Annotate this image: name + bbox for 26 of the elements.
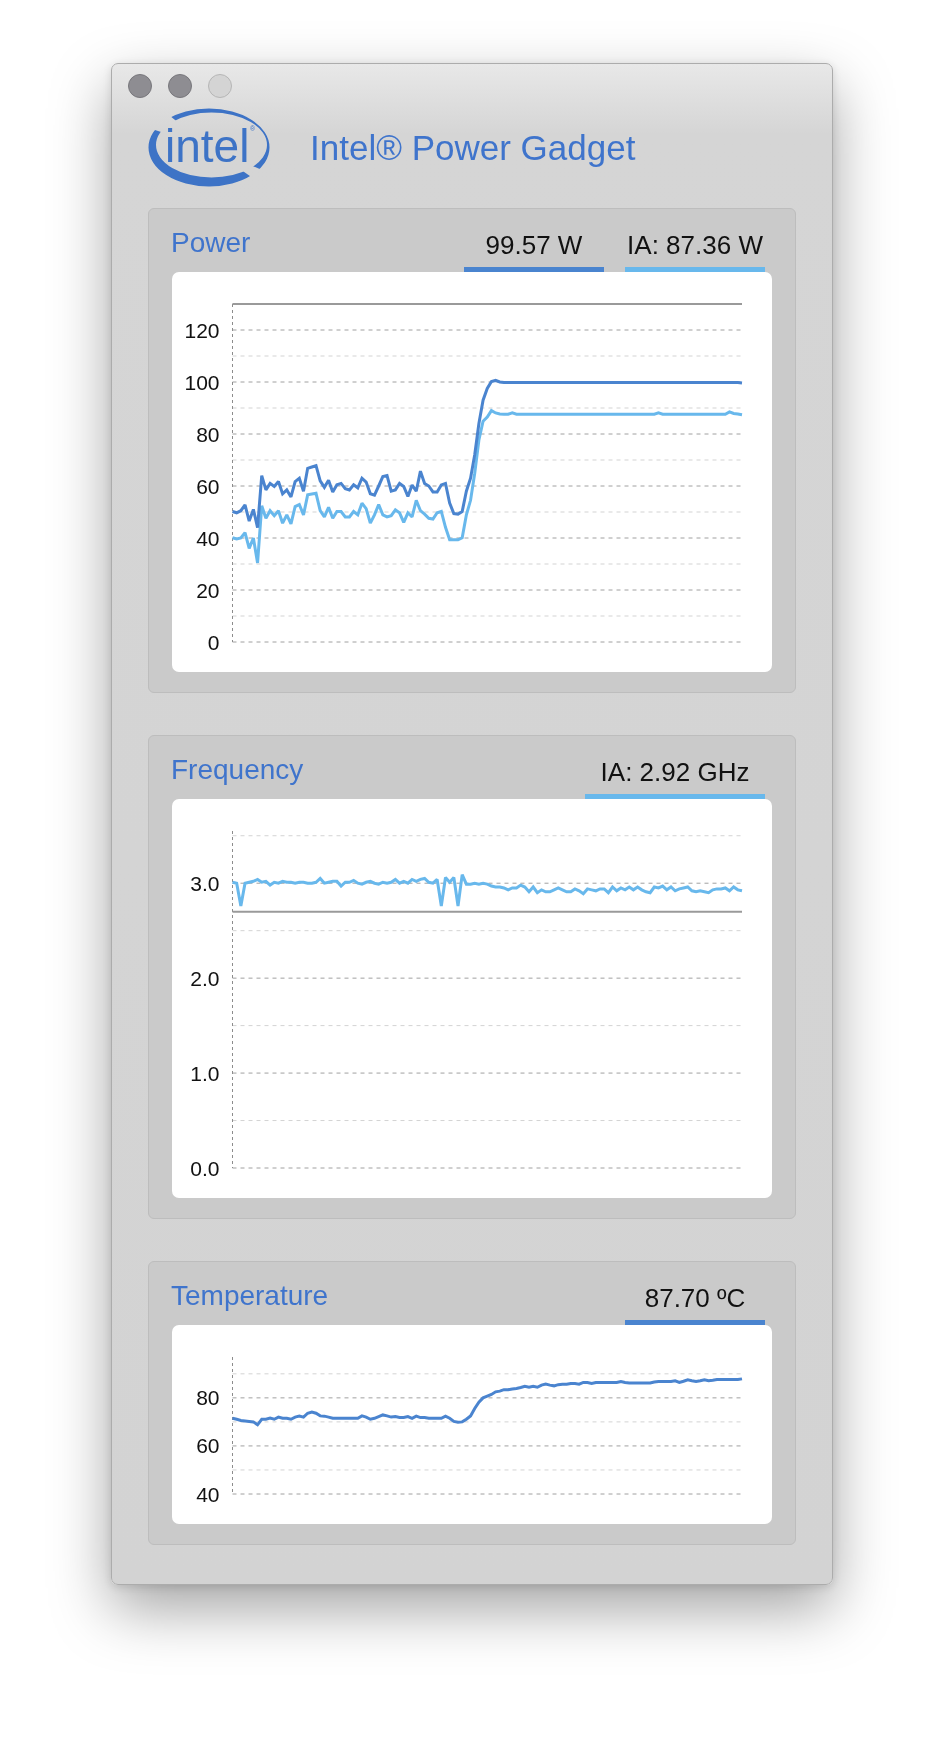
y-tick-label: 2.0 [190,966,220,990]
panel-title: Temperature [171,1280,329,1312]
reading-text: 99.57 W [485,230,583,260]
logo-swoosh-icon [148,108,270,187]
y-tick-label: 0.0 [190,1156,220,1180]
y-tick-label: 0 [207,630,220,654]
logo-text: intel [165,123,250,169]
y-tick-label: 80 [196,1386,220,1410]
reading-text: IA: 2.92 GHz [600,757,750,787]
y-tick-label: 20 [196,578,220,602]
y-tick-label: 60 [196,1434,220,1458]
y-tick-label: 60 [196,474,220,498]
reading-text: IA: 87.36 W [627,230,763,260]
reading-text: 87.70 ºC [644,1283,746,1313]
close-button[interactable] [128,74,152,98]
app-title: Intel® Power Gadget [310,127,636,168]
y-tick-label: 1.0 [190,1061,220,1085]
y-tick-label: 40 [196,526,220,550]
y-tick-label: 120 [184,318,220,342]
panel-title: Power [171,227,251,259]
y-tick-label: 3.0 [190,871,220,895]
y-tick-label: 40 [196,1482,220,1506]
y-tick-label: 80 [196,422,220,446]
minimize-button[interactable] [168,74,192,98]
panel-title: Frequency [171,754,304,786]
y-tick-label: 100 [184,370,220,394]
